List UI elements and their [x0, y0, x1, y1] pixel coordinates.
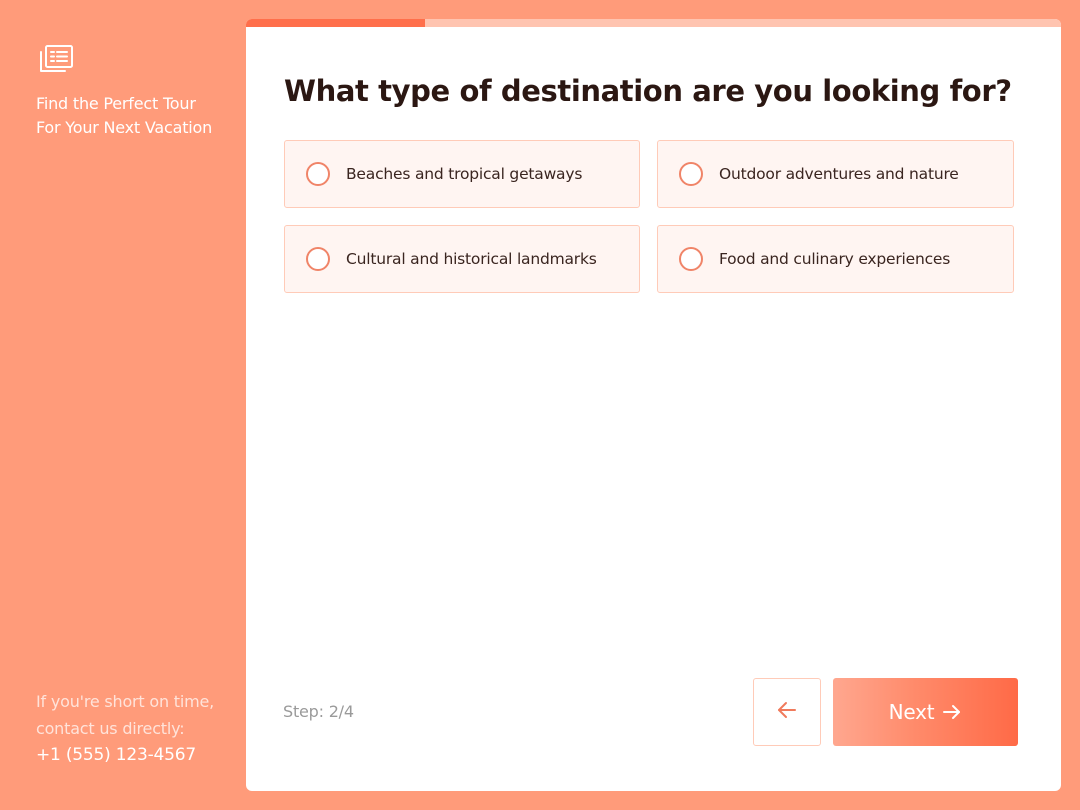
progress-fill [246, 19, 426, 27]
arrow-left-icon [776, 699, 798, 725]
sidebar-title: Find the Perfect Tour For Your Next Vaca… [36, 92, 236, 140]
radio-button[interactable] [306, 162, 330, 186]
quiz-card: What type of destination are you looking… [246, 19, 1061, 791]
sidebar-title-line2: For Your Next Vacation [36, 118, 213, 137]
option-cultural[interactable]: Cultural and historical landmarks [284, 225, 640, 293]
radio-button[interactable] [679, 247, 703, 271]
arrow-right-icon [942, 702, 962, 722]
option-label: Cultural and historical landmarks [346, 250, 597, 268]
next-button-label: Next [888, 700, 935, 724]
option-label: Outdoor adventures and nature [719, 165, 959, 183]
phone-number[interactable]: +1 (555) 123-4567 [36, 742, 236, 769]
contact-line1: If you're short on time, [36, 692, 215, 711]
option-beaches[interactable]: Beaches and tropical getaways [284, 140, 640, 208]
sidebar-title-line1: Find the Perfect Tour [36, 94, 196, 113]
option-food[interactable]: Food and culinary experiences [657, 225, 1014, 293]
contact-info: If you're short on time, contact us dire… [36, 688, 236, 769]
option-label: Food and culinary experiences [719, 250, 951, 268]
option-outdoor[interactable]: Outdoor adventures and nature [657, 140, 1014, 208]
document-stack-icon [38, 44, 74, 74]
back-button[interactable] [753, 678, 821, 746]
step-indicator: Step: 2/4 [283, 702, 354, 721]
option-label: Beaches and tropical getaways [346, 165, 583, 183]
options-grid: Beaches and tropical getaways Outdoor ad… [284, 140, 1014, 293]
radio-button[interactable] [306, 247, 330, 271]
next-button[interactable]: Next [833, 678, 1018, 746]
progress-bar [246, 19, 1061, 27]
question-title: What type of destination are you looking… [284, 74, 1012, 108]
contact-line2: contact us directly: [36, 719, 185, 738]
radio-button[interactable] [679, 162, 703, 186]
